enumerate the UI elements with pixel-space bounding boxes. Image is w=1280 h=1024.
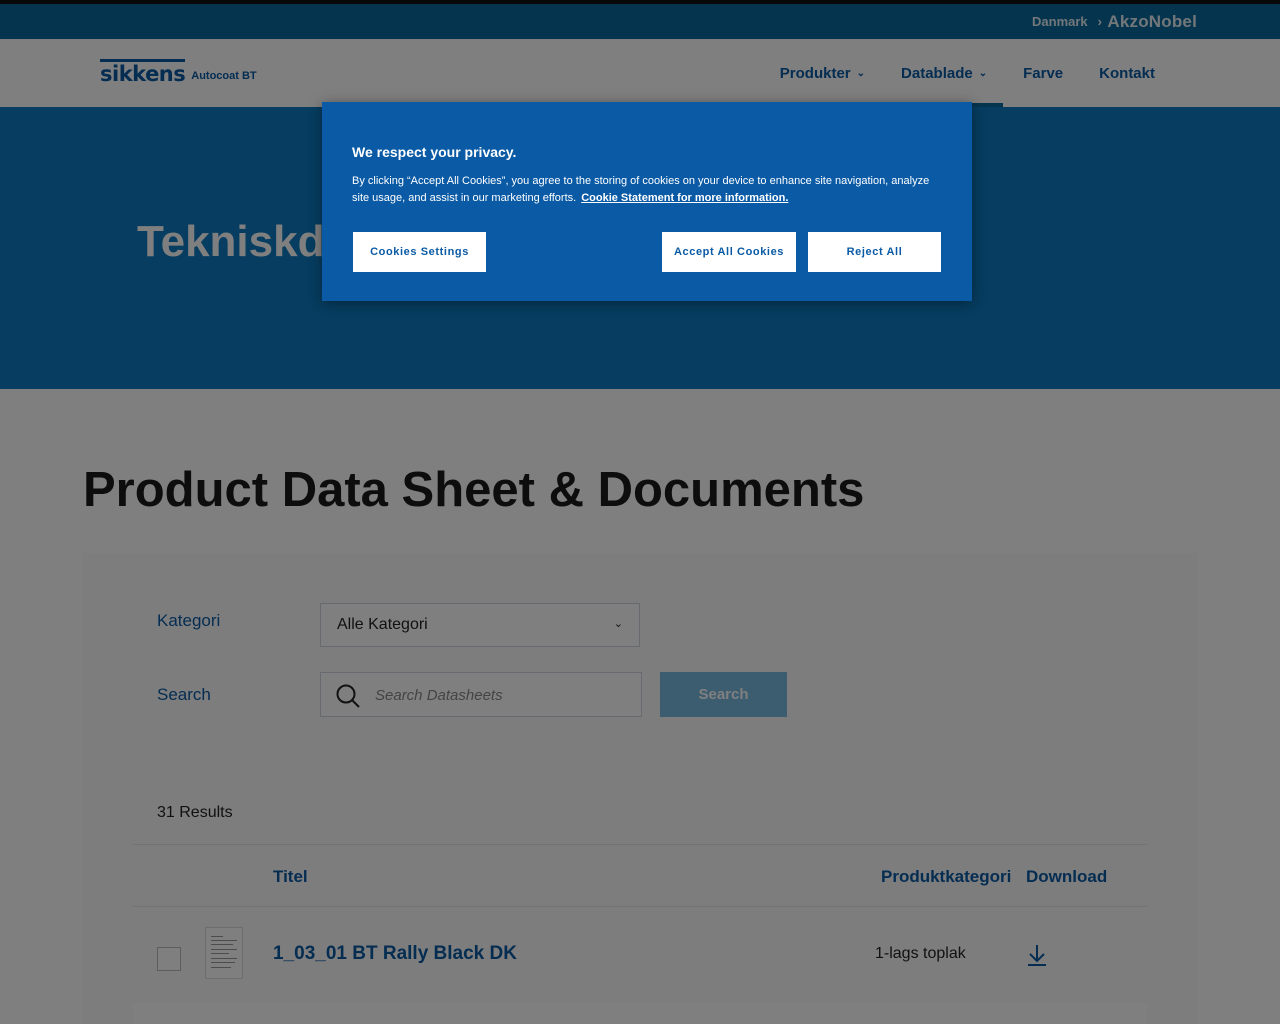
reject-all-button[interactable]: Reject All: [807, 231, 942, 273]
consent-text: By clicking “Accept All Cookies”, you ag…: [352, 173, 942, 207]
consent-heading: We respect your privacy.: [352, 144, 517, 160]
accept-all-cookies-button[interactable]: Accept All Cookies: [661, 231, 797, 273]
cookie-statement-link[interactable]: Cookie Statement for more information.: [581, 192, 788, 204]
cookie-consent-dialog: We respect your privacy. By clicking “Ac…: [322, 102, 972, 301]
cookies-settings-button[interactable]: Cookies Settings: [352, 231, 487, 273]
